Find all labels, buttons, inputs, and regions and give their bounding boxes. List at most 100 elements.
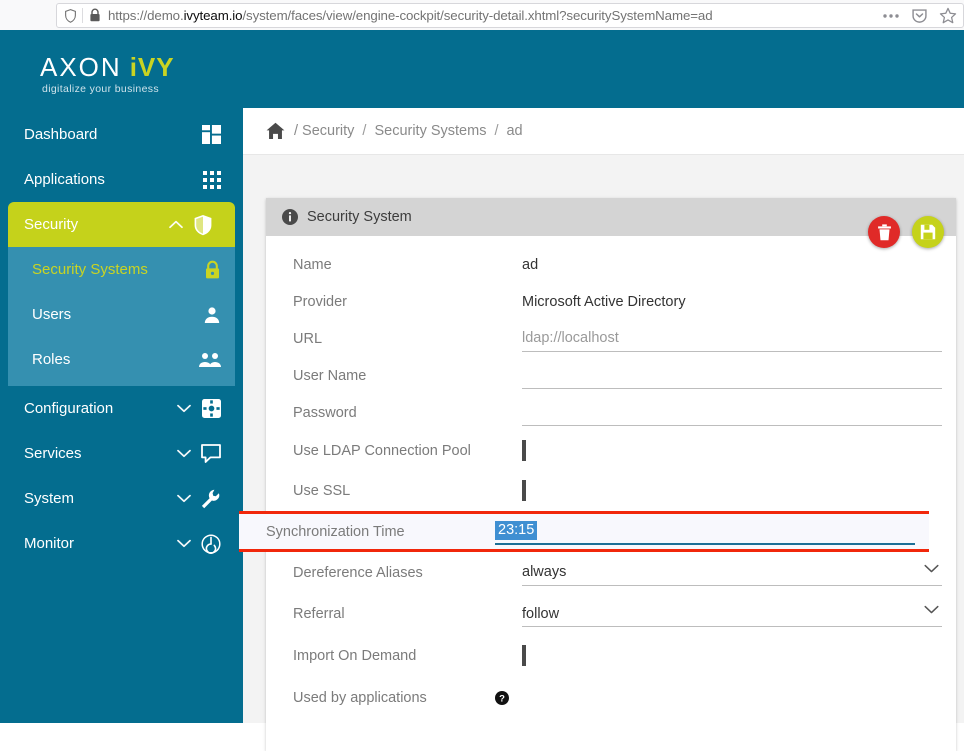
field-label: Name xyxy=(293,256,332,273)
chevron-down-icon xyxy=(173,449,195,458)
speech-bubble-icon xyxy=(195,444,221,463)
url-input[interactable]: ldap://localhost xyxy=(522,326,942,352)
sidebar-item-applications[interactable]: Applications xyxy=(0,157,243,202)
form-row-use-ssl: Use SSL xyxy=(266,471,956,511)
logo-axon: AXON xyxy=(40,52,122,82)
content-area: / Security / Security Systems / ad Secur… xyxy=(239,108,964,751)
pocket-save-icon[interactable] xyxy=(911,7,928,24)
security-system-form: Name ad Provider Microsoft Active Direct… xyxy=(239,236,956,719)
synchronization-time-value: 23:15 xyxy=(495,521,538,540)
sidebar-item-label: Configuration xyxy=(24,400,114,417)
sidebar-subitem-label: Users xyxy=(32,306,72,323)
card-title: Security System xyxy=(307,209,412,225)
breadcrumb-sep-1: / xyxy=(362,123,367,139)
use-ldap-connection-pool-checkbox[interactable] xyxy=(522,440,526,461)
field-label: Import On Demand xyxy=(293,648,417,664)
form-row-url: URL ldap://localhost xyxy=(266,320,956,357)
gear-icon xyxy=(195,399,221,418)
logo-ivy: iVY xyxy=(129,52,175,82)
field-label: URL xyxy=(293,330,323,347)
card-header: Security System xyxy=(266,198,956,236)
chevron-down-icon[interactable] xyxy=(924,605,939,615)
sidebar-item-users[interactable]: Users xyxy=(8,292,235,337)
breadcrumb-sep-2: / xyxy=(494,123,499,139)
dereference-aliases-value: always xyxy=(522,564,567,580)
form-row-password: Password xyxy=(266,394,956,431)
brand-logo[interactable]: AXON iVY digitalize your business xyxy=(0,30,243,112)
sidebar-item-monitor[interactable]: Monitor xyxy=(0,521,243,566)
chevron-up-icon xyxy=(165,220,187,229)
field-value-name: ad xyxy=(522,256,539,273)
sidebar-item-services[interactable]: Services xyxy=(0,431,243,476)
top-header-bar xyxy=(243,30,964,108)
logo-tagline: digitalize your business xyxy=(42,83,159,95)
sidebar-item-dashboard[interactable]: Dashboard xyxy=(0,112,243,157)
sidebar-item-security[interactable]: Security xyxy=(8,202,235,247)
chevron-down-icon xyxy=(173,494,195,503)
sidebar-item-label: Applications xyxy=(24,171,105,188)
sidebar-item-roles[interactable]: Roles xyxy=(8,337,235,382)
browser-toolbar: https://demo.ivyteam.io/system/faces/vie… xyxy=(0,0,964,30)
help-icon[interactable]: ? xyxy=(495,691,509,705)
form-row-ldap-pool: Use LDAP Connection Pool xyxy=(266,431,956,471)
breadcrumb-item-security-systems[interactable]: Security Systems xyxy=(370,123,490,139)
sidebar-item-label: Dashboard xyxy=(24,126,98,143)
dereference-aliases-select[interactable]: always xyxy=(522,560,942,586)
form-row-used-by-applications: Used by applications ? xyxy=(266,677,956,719)
sidebar-item-security-systems[interactable]: Security Systems xyxy=(8,247,235,292)
use-ssl-checkbox[interactable] xyxy=(522,480,526,501)
svg-text:?: ? xyxy=(499,693,505,704)
field-label: Use LDAP Connection Pool xyxy=(293,443,471,459)
wrench-icon xyxy=(195,489,221,509)
password-input[interactable] xyxy=(522,400,942,426)
address-bar[interactable]: https://demo.ivyteam.io/system/faces/vie… xyxy=(56,3,964,28)
chevron-down-icon xyxy=(173,404,195,413)
sidebar-item-configuration[interactable]: Configuration xyxy=(0,386,243,431)
people-icon xyxy=(195,352,221,368)
breadcrumb-item-security[interactable]: Security xyxy=(298,123,358,139)
padlock-icon[interactable] xyxy=(89,8,101,23)
shield-icon[interactable] xyxy=(63,8,78,24)
import-on-demand-checkbox[interactable] xyxy=(522,645,526,666)
dashboard-grid-icon xyxy=(195,125,221,144)
home-icon[interactable] xyxy=(266,122,285,140)
field-label: Used by applications xyxy=(293,690,427,706)
form-row-username: User Name xyxy=(266,357,956,394)
sidebar-item-label: Services xyxy=(24,445,82,462)
field-label: Use SSL xyxy=(293,483,351,499)
apps-grid-icon xyxy=(195,170,221,189)
username-input[interactable] xyxy=(522,363,942,389)
sidebar-item-label: Security xyxy=(24,216,79,233)
logo-wordmark: AXON iVY xyxy=(40,52,175,83)
form-row-provider: Provider Microsoft Active Directory xyxy=(266,283,956,320)
sidebar-item-label: Monitor xyxy=(24,535,75,552)
ellipsis-icon[interactable] xyxy=(882,13,900,19)
field-value-provider: Microsoft Active Directory xyxy=(522,293,686,310)
security-system-card: Security System Name ad Provider Microso… xyxy=(239,198,956,751)
sidebar-subitem-label: Roles xyxy=(32,351,71,368)
referral-value: follow xyxy=(522,605,560,622)
form-row-import-on-demand: Import On Demand xyxy=(266,635,956,677)
shield-icon xyxy=(187,214,213,236)
padlock-icon xyxy=(195,260,221,280)
info-icon xyxy=(282,209,298,225)
sidebar-submenu-security: Security Systems Users Roles xyxy=(8,247,235,386)
form-row-name: Name ad xyxy=(266,246,956,283)
sidebar-item-label: System xyxy=(24,490,75,507)
person-icon xyxy=(195,306,221,324)
breadcrumb-item-ad: ad xyxy=(506,123,523,139)
chevron-down-icon[interactable] xyxy=(924,564,939,574)
referral-select[interactable]: follow xyxy=(522,601,942,627)
star-icon[interactable] xyxy=(939,7,957,25)
field-label: Provider xyxy=(293,293,347,310)
field-label: User Name xyxy=(293,367,367,384)
divider xyxy=(82,8,83,23)
field-label: Password xyxy=(293,404,357,421)
field-label: Dereference Aliases xyxy=(293,564,423,581)
sidebar-item-system[interactable]: System xyxy=(0,476,243,521)
sidebar-subitem-label: Security Systems xyxy=(32,261,148,278)
synchronization-time-input[interactable]: 23:15 xyxy=(495,519,915,545)
sidebar: AXON iVY digitalize your business Dashboa… xyxy=(0,30,243,723)
url-text[interactable]: https://demo.ivyteam.io/system/faces/vie… xyxy=(108,8,874,23)
application-frame: AXON iVY digitalize your business Dashboa… xyxy=(0,30,964,751)
